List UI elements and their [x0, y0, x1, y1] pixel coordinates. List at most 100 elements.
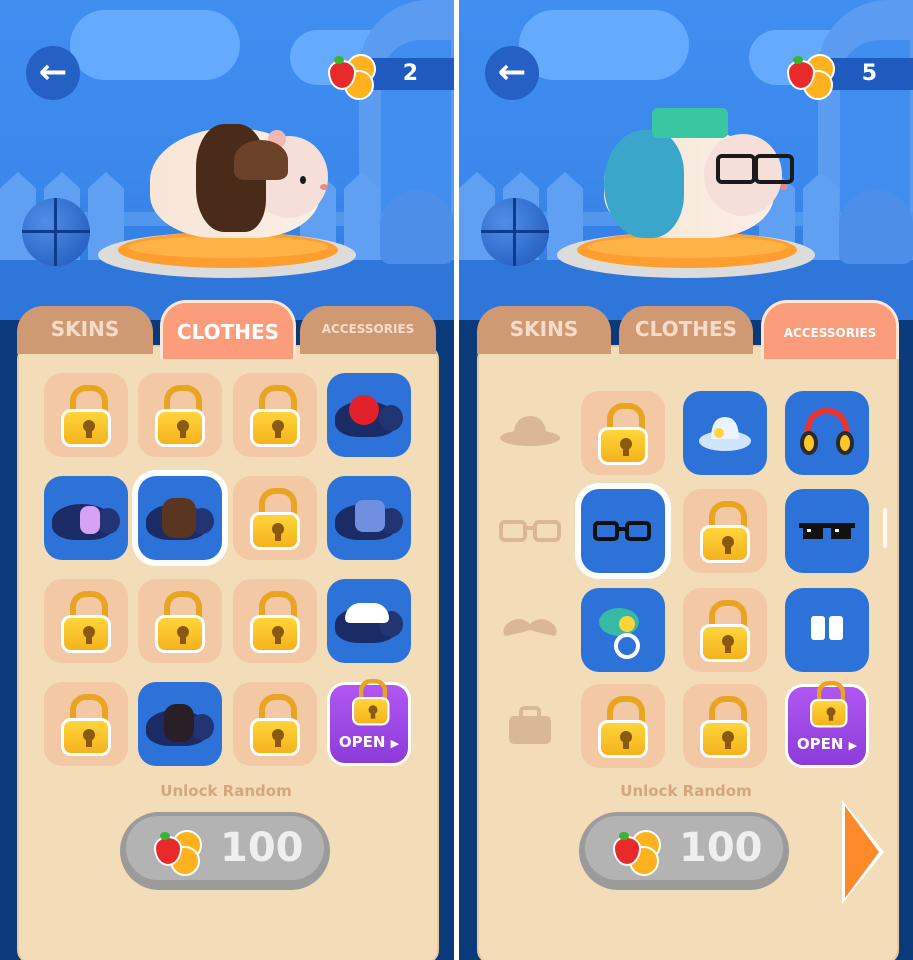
unlock-random-button[interactable]: 100: [579, 812, 789, 890]
open-video-button[interactable]: OPEN ▶: [785, 681, 869, 768]
clothes-slot-locked[interactable]: [233, 682, 317, 766]
tab-accessories-label: ACCESSORIES: [783, 326, 877, 340]
hamster-outfit-icon: [335, 601, 403, 647]
coin-count: 5: [861, 61, 877, 86]
tab-skins[interactable]: SKINS: [477, 306, 611, 354]
arrow-left-icon: ←: [38, 52, 68, 92]
arrow-left-icon: ←: [497, 52, 527, 92]
accessory-slot-black-glasses[interactable]: [581, 489, 665, 573]
price-value: 100: [679, 825, 763, 871]
price-value: 100: [220, 825, 304, 871]
tab-accessories-label: ACCESSORIES: [321, 322, 415, 336]
tab-accessories[interactable]: ACCESSORIES: [300, 306, 436, 354]
fruit-icon: [785, 54, 835, 100]
accessory-slot-pacifier[interactable]: [581, 588, 665, 672]
lock-icon: [598, 403, 648, 465]
cloud: [519, 10, 689, 80]
back-button[interactable]: ←: [485, 46, 539, 100]
accessories-screen: ← 5 SKINS CLOTHES ACCESSORIES OPEN ▶ Unl…: [459, 0, 913, 960]
hamster-outfit-icon: [335, 498, 403, 544]
fruit-icon: [326, 54, 376, 100]
clothes-slot-locked[interactable]: [44, 579, 128, 663]
tab-clothes[interactable]: CLOTHES: [160, 300, 296, 359]
open-label: OPEN: [338, 733, 386, 751]
accessory-slot-headphones[interactable]: [785, 391, 869, 475]
lock-icon: [250, 591, 300, 653]
tab-clothes[interactable]: CLOTHES: [619, 306, 753, 354]
back-button[interactable]: ←: [26, 46, 80, 100]
bush: [380, 190, 454, 264]
clothes-slot-locked[interactable]: [233, 579, 317, 663]
clothes-slot-locked[interactable]: [44, 682, 128, 766]
tab-clothes-label: CLOTHES: [176, 320, 280, 344]
glasses-icon: [593, 521, 651, 541]
video-play-icon: ▶: [848, 739, 858, 752]
accessory-slot-buck-teeth[interactable]: [785, 588, 869, 672]
tab-accessories[interactable]: ACCESSORIES: [761, 300, 899, 359]
tab-skins-label: SKINS: [509, 317, 579, 341]
accessory-slot-locked[interactable]: [581, 391, 665, 475]
cloud: [70, 10, 240, 80]
clothes-slot-locked[interactable]: [233, 373, 317, 457]
clothes-slot-pink-tank[interactable]: [44, 476, 128, 560]
sunglasses-icon: [799, 523, 855, 539]
lock-icon: [700, 501, 750, 563]
clothes-slot-red-polka-dress[interactable]: [327, 373, 411, 457]
hamster-preview: [604, 108, 794, 248]
clothes-screen: ← 2 SKINS CLOTHES ACCESSORIES OPEN ▶ Unl…: [0, 0, 454, 960]
clothes-slot-dark-cape[interactable]: [138, 682, 222, 766]
video-play-icon: ▶: [390, 737, 400, 750]
bush: [839, 190, 913, 264]
lock-icon: [250, 694, 300, 756]
lock-icon: [700, 600, 750, 662]
clothes-slot-locked[interactable]: [44, 373, 128, 457]
clothes-slot-locked[interactable]: [138, 373, 222, 457]
unlock-random-label: Unlock Random: [160, 782, 292, 800]
teal-backpack: [604, 130, 684, 238]
clothes-slot-blue-uniform[interactable]: [327, 476, 411, 560]
lock-icon: [250, 385, 300, 447]
lock-icon: [700, 696, 750, 758]
accessory-slot-locked[interactable]: [683, 489, 767, 573]
chevron-right-icon[interactable]: [845, 806, 879, 898]
clothes-slot-white-vest[interactable]: [327, 579, 411, 663]
clothes-slot-locked[interactable]: [233, 476, 317, 560]
teeth-icon: [811, 616, 843, 640]
tab-skins-label: SKINS: [50, 317, 120, 341]
basketball: [481, 198, 549, 266]
lock-icon: [155, 591, 205, 653]
hat-category-icon[interactable]: [499, 412, 561, 452]
lock-icon: [352, 679, 390, 726]
accessory-slot-sun-hat[interactable]: [683, 391, 767, 475]
glasses-lens: [754, 154, 794, 184]
open-label: OPEN: [796, 735, 844, 753]
game-controller-hat: [652, 108, 728, 138]
sun-hat-icon: [699, 417, 751, 451]
glasses-category-icon[interactable]: [499, 512, 561, 552]
briefcase-category-icon[interactable]: [499, 706, 561, 746]
lock-icon: [250, 488, 300, 550]
fruit-icon: [152, 830, 202, 876]
accessory-slot-pixel-sunglasses[interactable]: [785, 489, 869, 573]
tab-skins[interactable]: SKINS: [17, 306, 153, 354]
accessory-slot-locked[interactable]: [581, 684, 665, 768]
scrollbar[interactable]: [883, 508, 887, 548]
tab-clothes-label: CLOTHES: [634, 317, 738, 341]
accessory-slot-locked[interactable]: [683, 588, 767, 672]
pacifier-icon: [599, 608, 640, 659]
fruit-icon: [611, 830, 661, 876]
hamster-outfit-icon: [52, 498, 120, 544]
clothes-slot-locked[interactable]: [138, 579, 222, 663]
hamster-preview: [150, 118, 330, 248]
lock-icon: [61, 591, 111, 653]
open-video-button[interactable]: OPEN ▶: [327, 679, 411, 766]
unlock-random-button[interactable]: 100: [120, 812, 330, 890]
coin-count: 2: [402, 61, 418, 86]
hamster-outfit-icon: [335, 395, 403, 441]
accessory-slot-locked[interactable]: [683, 684, 767, 768]
hamster-outfit-icon: [146, 704, 214, 750]
lock-icon: [810, 681, 848, 728]
hamster-outfit-icon: [146, 498, 214, 544]
mustache-category-icon[interactable]: [499, 610, 561, 650]
clothes-slot-leather-jacket[interactable]: [138, 476, 222, 560]
